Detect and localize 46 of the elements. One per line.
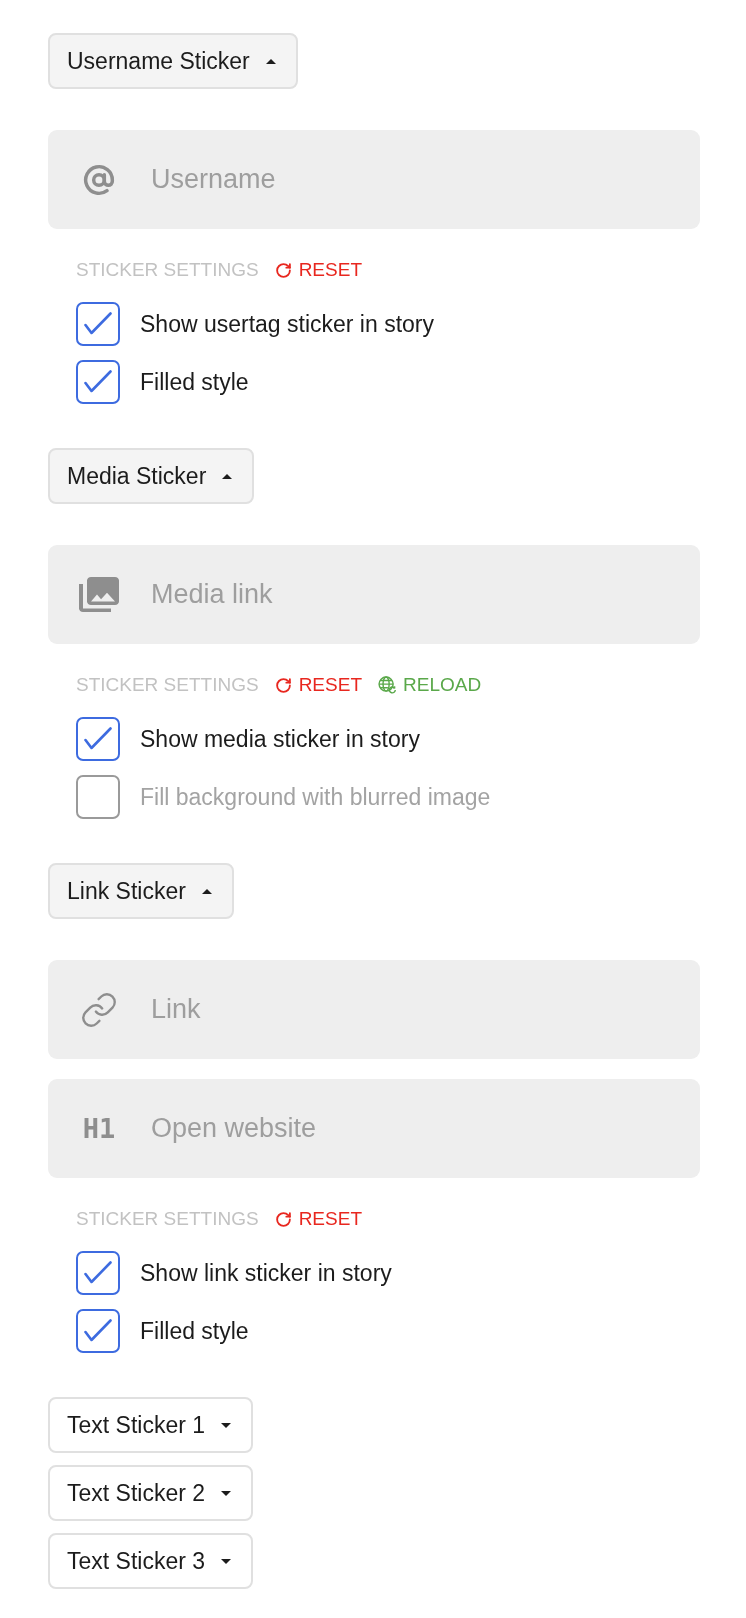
section-toggle-button[interactable]: Text Sticker 1 (48, 1397, 254, 1453)
checkmark-icon (84, 312, 112, 335)
section-toggle-button[interactable]: Media Sticker (48, 448, 255, 504)
photo-stack-icon (79, 577, 119, 612)
checkbox[interactable] (76, 1309, 120, 1353)
refresh-icon (274, 1210, 292, 1228)
refresh-icon (274, 261, 292, 279)
checkbox[interactable] (76, 302, 120, 346)
section-toggle-button[interactable]: Link Sticker (48, 863, 234, 919)
section-toggle-button[interactable]: Text Sticker 3 (48, 1533, 254, 1589)
option-label: Show media sticker in story (140, 725, 420, 753)
section-toggle-button[interactable]: Username Sticker (48, 33, 298, 89)
reset-button[interactable]: RESET (274, 1206, 362, 1232)
section-toggle-button[interactable]: Text Sticker 2 (48, 1465, 254, 1521)
at-sign-icon (83, 163, 115, 196)
option-label: Fill background with blurred image (140, 783, 491, 811)
checkmark-icon (84, 1261, 112, 1284)
checkmark-icon (84, 370, 112, 393)
caret-up-icon (222, 473, 233, 479)
checkbox[interactable] (76, 717, 120, 761)
caret-down-icon (221, 1558, 232, 1564)
checkmark-icon (84, 727, 112, 750)
option-label: Show link sticker in story (140, 1259, 392, 1287)
globe-refresh-icon (378, 676, 396, 694)
caret-up-icon (265, 58, 276, 64)
reset-button[interactable]: RESET (274, 257, 362, 283)
refresh-icon (274, 676, 292, 694)
media-link-input[interactable]: Media link (48, 545, 700, 644)
settings-heading: STICKER SETTINGS (76, 1207, 259, 1231)
link-input[interactable]: Link (48, 960, 700, 1059)
checkbox[interactable] (76, 360, 120, 404)
option-label: Filled style (140, 368, 249, 396)
caret-up-icon (201, 888, 212, 894)
chain-link-icon (80, 990, 118, 1029)
reset-button[interactable]: RESET (274, 672, 362, 698)
checkbox[interactable] (76, 775, 120, 819)
username-input[interactable]: Username (48, 130, 700, 229)
settings-heading: STICKER SETTINGS (76, 258, 259, 282)
caret-down-icon (221, 1422, 232, 1428)
checkmark-icon (84, 1319, 112, 1342)
option-label: Show usertag sticker in story (140, 310, 434, 338)
caret-down-icon (221, 1490, 232, 1496)
settings-heading: STICKER SETTINGS (76, 673, 259, 697)
checkbox[interactable] (76, 1251, 120, 1295)
heading-level-label: H1 (82, 1115, 116, 1142)
option-label: Filled style (140, 1317, 249, 1345)
